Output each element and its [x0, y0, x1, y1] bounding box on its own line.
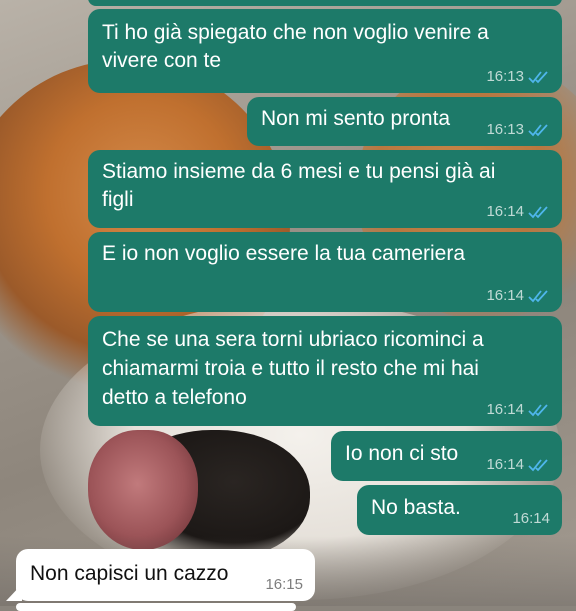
message-meta: 16:15: [265, 577, 303, 593]
message-text: Non mi sento pronta: [261, 107, 451, 130]
message-time: 16:13: [486, 121, 524, 138]
message-time: 16:15: [265, 576, 303, 593]
message-bubble-outgoing[interactable]: Ti ho già spiegato che non voglio venire…: [88, 9, 562, 93]
message-bubble-outgoing[interactable]: E io non voglio essere la tua cameriera …: [88, 232, 562, 312]
message-time: 16:13: [486, 68, 524, 85]
double-check-read-icon: [528, 70, 550, 84]
message-text: E io non voglio essere la tua cameriera: [102, 242, 466, 265]
double-check-read-icon: [528, 123, 550, 137]
message-text: Io non ci sto: [345, 442, 459, 465]
message-time: 16:14: [486, 203, 524, 220]
message-meta: 16:14: [486, 204, 550, 220]
message-text: Ti ho già spiegato che non voglio venire…: [102, 21, 489, 72]
double-check-read-icon: [528, 403, 550, 417]
message-text: Che se una sera torni ubriaco ricominci …: [102, 328, 484, 409]
message-text: Stiamo insieme da 6 mesi e tu pensi già …: [102, 160, 496, 211]
message-bubble-incoming[interactable]: Non capisci un cazzo 16:15: [16, 549, 315, 601]
message-meta: 16:14: [486, 457, 550, 473]
message-bubble-outgoing[interactable]: No basta. 16:14: [357, 485, 562, 535]
message-meta: 16:14: [512, 511, 550, 527]
message-time: 16:14: [486, 287, 524, 304]
double-check-read-icon: [528, 289, 550, 303]
message-bubble-partial: [16, 603, 296, 611]
message-text: Non capisci un cazzo: [30, 562, 229, 585]
message-time: 16:14: [486, 456, 524, 473]
double-check-read-icon: [528, 205, 550, 219]
message-meta: 16:13: [486, 69, 550, 85]
message-bubble-outgoing[interactable]: Non mi sento pronta 16:13: [247, 97, 562, 146]
message-meta: 16:13: [486, 122, 550, 138]
message-time: 16:14: [512, 510, 550, 527]
double-check-read-icon: [528, 458, 550, 472]
message-bubble-partial[interactable]: [88, 0, 562, 6]
message-time: 16:14: [486, 401, 524, 418]
message-bubble-outgoing[interactable]: Stiamo insieme da 6 mesi e tu pensi già …: [88, 150, 562, 228]
bubble-tail: [6, 584, 22, 601]
message-bubble-outgoing[interactable]: Che se una sera torni ubriaco ricominci …: [88, 316, 562, 426]
message-meta: 16:14: [486, 402, 550, 418]
message-bubble-outgoing[interactable]: Io non ci sto 16:14: [331, 431, 562, 481]
message-text: No basta.: [371, 496, 461, 519]
message-meta: 16:14: [486, 288, 550, 304]
